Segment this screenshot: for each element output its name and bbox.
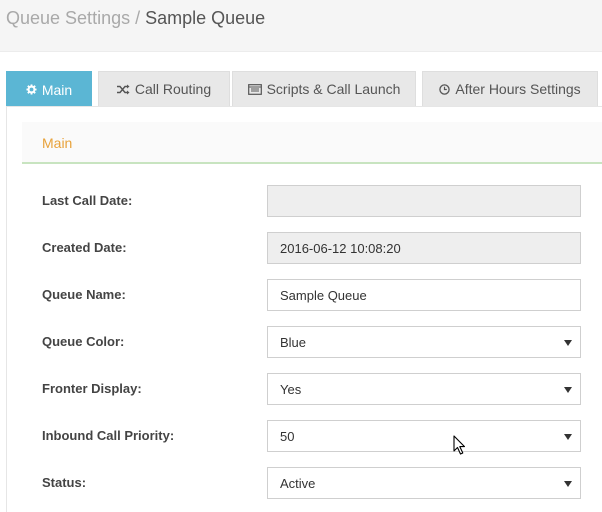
form-row-status: Status: Active [7, 467, 602, 501]
tab-call-routing[interactable]: Call Routing [98, 71, 230, 106]
breadcrumb: Queue Settings / Sample Queue [6, 8, 265, 28]
inbound-call-priority-label: Inbound Call Priority: [42, 428, 175, 443]
breadcrumb-separator: / [130, 8, 146, 28]
created-date-value: 2016-06-12 10:08:20 [280, 240, 401, 256]
mouse-pointer-icon [453, 435, 467, 455]
panel-header: Main [22, 122, 602, 164]
tab-after-hours-settings[interactable]: After Hours Settings [422, 71, 598, 106]
page-title: Sample Queue [145, 8, 266, 28]
queue-color-label: Queue Color: [42, 334, 125, 349]
form-row-queue-name: Queue Name: Sample Queue [7, 279, 602, 313]
chevron-down-icon [564, 481, 572, 487]
queue-color-value: Blue [280, 334, 307, 350]
form-row-created-date: Created Date: 2016-06-12 10:08:20 [7, 232, 602, 266]
queue-name-value: Sample Queue [280, 287, 367, 303]
chevron-down-icon [564, 387, 572, 393]
tab-label: Scripts & Call Launch [266, 81, 401, 97]
gear-icon [26, 84, 37, 95]
page-header: Queue Settings / Sample Queue [0, 0, 602, 52]
queue-name-input[interactable]: Sample Queue [267, 279, 581, 311]
status-select[interactable]: Active [267, 467, 581, 499]
inbound-call-priority-select[interactable]: 50 [267, 420, 581, 452]
queue-name-label: Queue Name: [42, 287, 126, 302]
queue-color-select[interactable]: Blue [267, 326, 581, 358]
tab-scripts-call-launch[interactable]: Scripts & Call Launch [232, 71, 416, 106]
status-label: Status: [42, 475, 87, 490]
tab-main[interactable]: Main [6, 71, 92, 107]
created-date-field: 2016-06-12 10:08:20 [267, 232, 581, 264]
main-panel: Main Last Call Date: Created Date: 2016-… [6, 106, 602, 512]
form-row-inbound-call-priority: Inbound Call Priority: 50 [7, 420, 602, 454]
clock-icon [439, 83, 451, 95]
panel-title: Main [42, 135, 73, 151]
tab-label: Call Routing [134, 81, 212, 97]
status-value: Active [280, 475, 316, 491]
chevron-down-icon [564, 340, 572, 346]
fronter-display-value: Yes [280, 381, 302, 397]
breadcrumb-parent[interactable]: Queue Settings [6, 8, 130, 28]
terminal-icon [247, 83, 262, 95]
fronter-display-label: Fronter Display: [42, 381, 142, 396]
last-call-date-field [267, 185, 581, 217]
inbound-call-priority-value: 50 [280, 428, 295, 444]
form-row-last-call-date: Last Call Date: [7, 185, 602, 219]
fronter-display-select[interactable]: Yes [267, 373, 581, 405]
chevron-down-icon [564, 434, 572, 440]
tab-label: After Hours Settings [455, 81, 581, 97]
shuffle-icon [116, 84, 130, 95]
form-row-queue-color: Queue Color: Blue [7, 326, 602, 360]
tab-bar: Main Call Routing Scripts & Call Launch … [6, 71, 602, 107]
form-row-fronter-display: Fronter Display: Yes [7, 373, 602, 407]
created-date-label: Created Date: [42, 240, 127, 255]
last-call-date-label: Last Call Date: [42, 193, 133, 208]
tab-label: Main [41, 81, 73, 98]
